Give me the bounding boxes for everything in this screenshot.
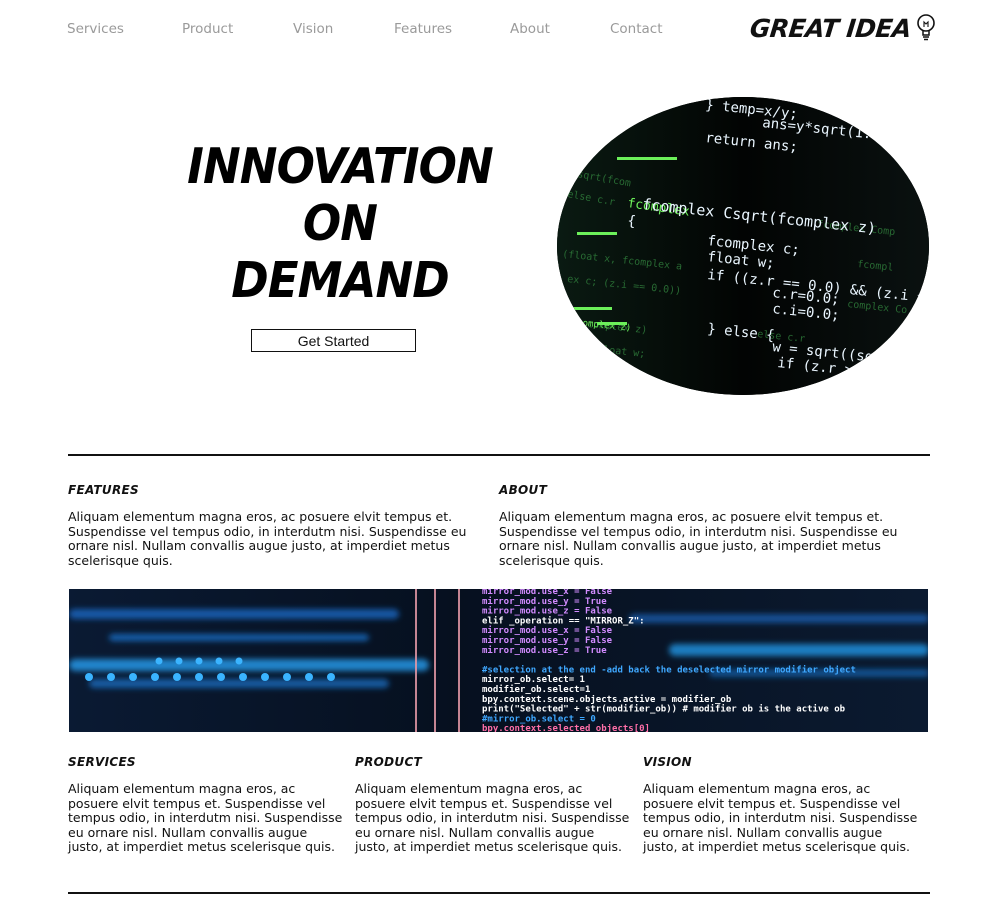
product-text: Aliquam elementum magna eros, ac posuere… [355,781,630,854]
vision-text: Aliquam elementum magna eros, ac posuere… [643,781,918,854]
features-text: Aliquam elementum magna eros, ac posuere… [68,509,467,568]
hero-title: INNOVATION ON DEMAND [184,138,497,309]
services-text: Aliquam elementum magna eros, ac posuere… [68,781,343,854]
banner-code-line: modifier_ob.select=1 [482,684,590,695]
hero-code-image: sqrt(fcom else c.r (float x, fcomplex a … [557,97,929,395]
nav-link-vision[interactable]: Vision [293,21,333,37]
banner-code-line: bpy.context.scene.objects.active = modif… [482,694,732,705]
section-divider [68,454,930,456]
nav-link-product[interactable]: Product [182,21,233,37]
banner-code-line: #mirror_ob.select = 0 [482,713,596,724]
banner-code-line: elif _operation == "MIRROR_Z": [482,615,645,626]
nav-link-contact[interactable]: Contact [610,21,663,37]
banner-code-line: mirror_mod.use_z = False [482,606,613,617]
site-logo[interactable]: GREAT IDEA [748,10,939,46]
svg-text:retur: retur [887,339,918,353]
product-heading: PRODUCT [355,755,423,769]
nav-link-features[interactable]: Features [394,21,452,37]
banner-code-line: mirror_mod.use_x = False [482,589,613,597]
about-text: Aliquam elementum magna eros, ac posuere… [499,509,898,568]
vision-heading: VISION [643,755,692,769]
banner-code-line: mirror_mod.use_x = False [482,625,613,636]
top-navigation: Services Product Vision Features About C… [0,0,1000,60]
code-banner-graphic: mirror_mod.use_x = False mirror_mod.use_… [69,589,928,732]
hero-title-line: ON [302,195,378,252]
about-heading: ABOUT [499,483,548,497]
banner-code-line: mirror_mod.use_y = False [482,635,613,646]
code-banner-image: mirror_mod.use_x = False mirror_mod.use_… [69,589,928,732]
nav-link-about[interactable]: About [510,21,550,37]
banner-code-line: mirror_mod.use_z = True [482,645,607,656]
logo-text: GREAT IDEA [748,13,913,43]
banner-code-line: #selection at the end -add back the dese… [482,664,856,675]
hero-title-line: DEMAND [231,252,450,309]
banner-code-line: print("Selected" + str(modifier_ob)) # m… [482,704,846,715]
get-started-button[interactable]: Get Started [251,329,416,352]
code-screen-graphic: sqrt(fcom else c.r (float x, fcomplex a … [557,97,929,395]
features-heading: FEATURES [68,483,139,497]
code-line: { [627,213,637,230]
banner-code-line: bpy.context.selected_objects[0] [482,723,650,732]
hero-title-line: INNOVATION [187,138,494,195]
banner-code-line: mirror_ob.select= 1 [482,674,585,685]
services-heading: SERVICES [68,755,136,769]
banner-code-line: mirror_mod.use_y = True [482,596,607,607]
lightbulb-icon [917,14,935,41]
nav-link-services[interactable]: Services [67,21,124,37]
bottom-divider [68,892,930,894]
